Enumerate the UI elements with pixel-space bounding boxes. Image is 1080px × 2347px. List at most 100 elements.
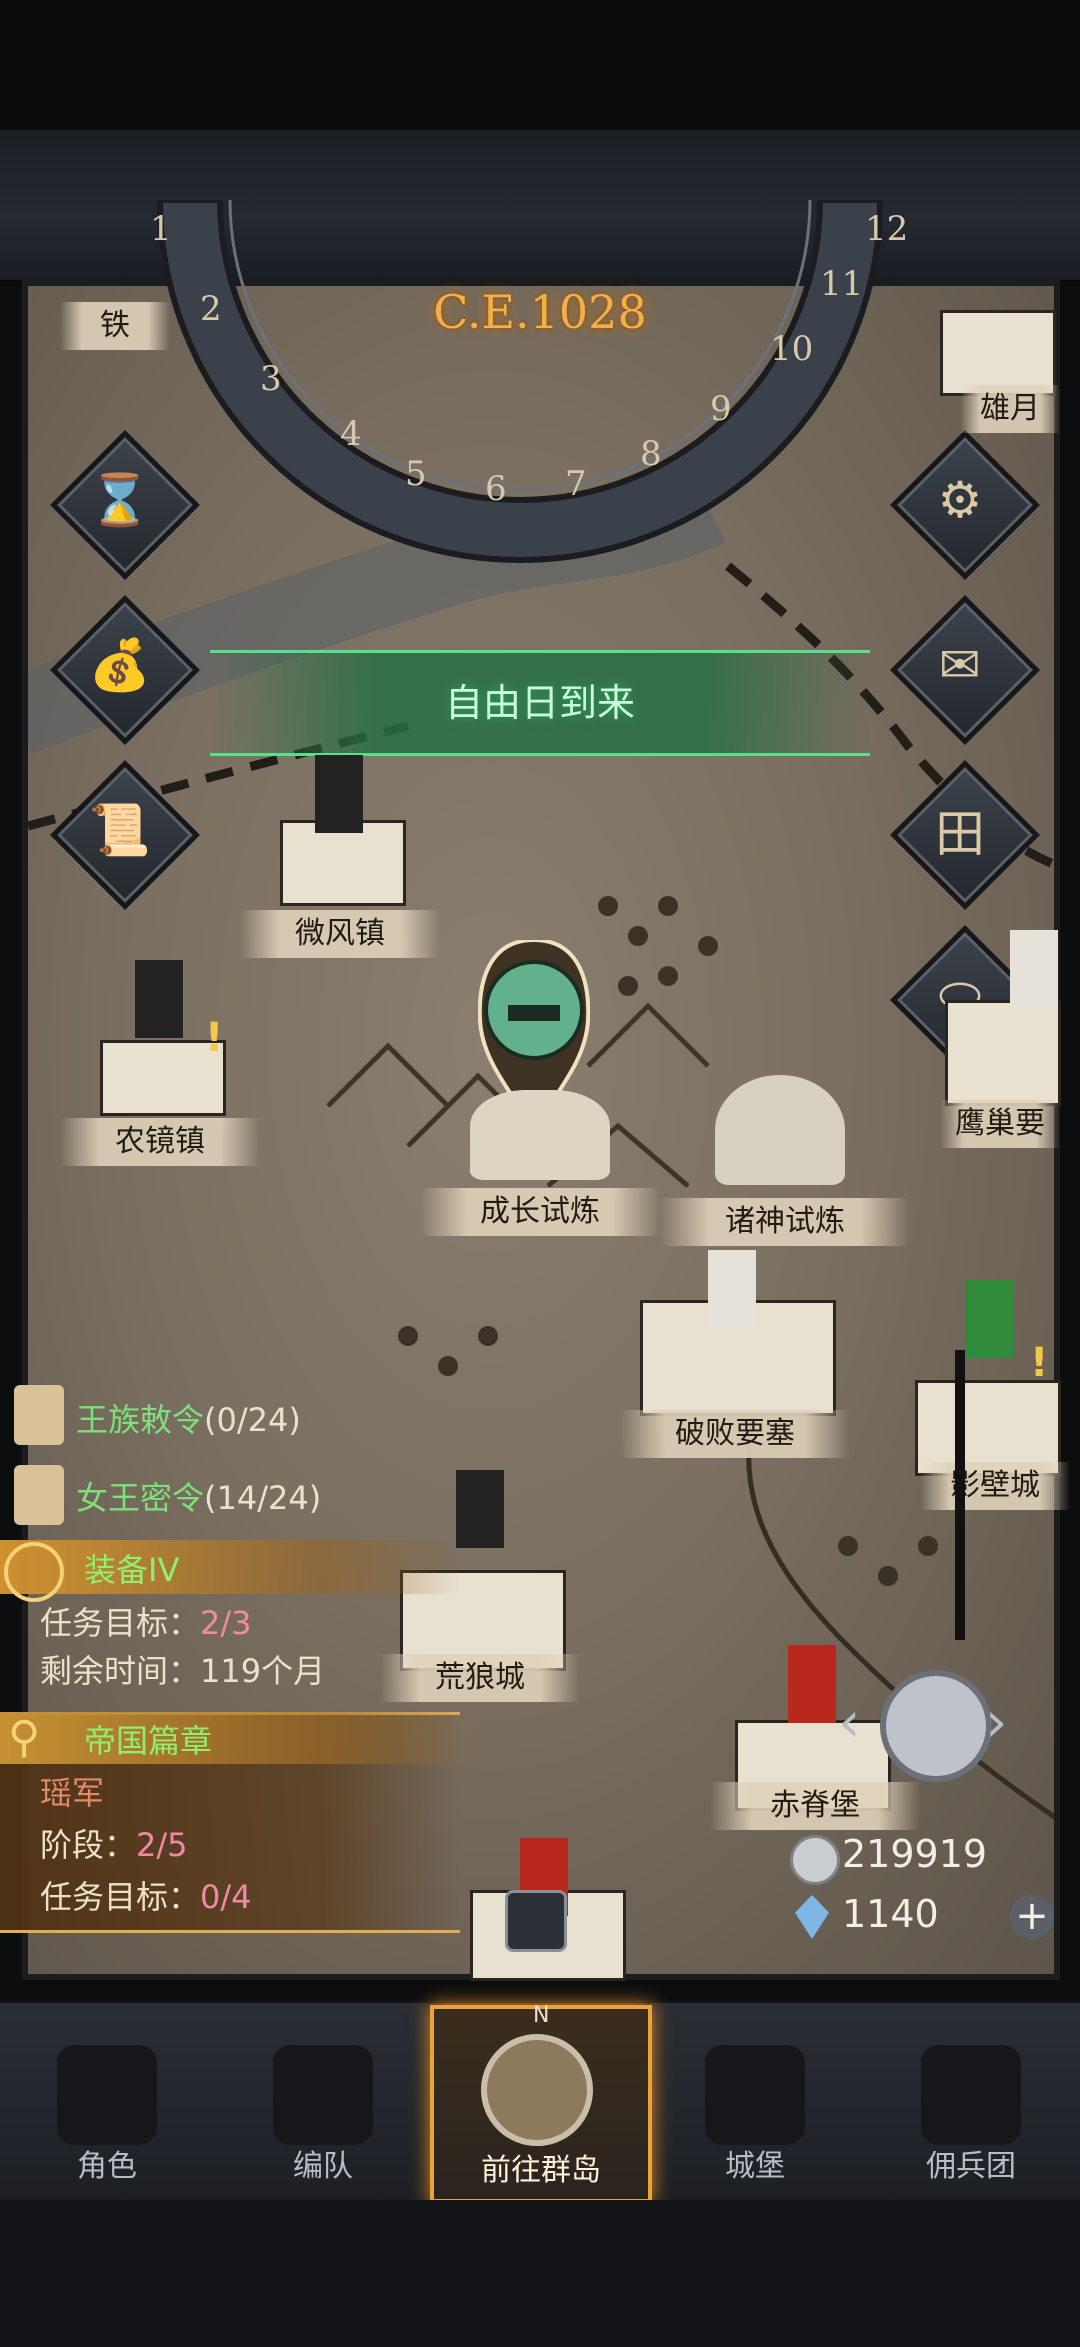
quest-equip-header[interactable] (0, 1540, 460, 1594)
stage-label: 阶段： (40, 1826, 137, 1864)
trial-trees (470, 1090, 610, 1180)
time-label: 剩余时间： (40, 1652, 201, 1690)
scroll-icon (14, 1385, 64, 1445)
nav-tab-islands[interactable]: N 前往群岛 (430, 2003, 652, 2203)
nav-tab-castle[interactable]: 城堡 (648, 2005, 862, 2195)
svg-text:1: 1 (150, 209, 172, 249)
svg-text:10: 10 (770, 329, 813, 369)
location-label-yingbi: 鹰巢要 (940, 1100, 1060, 1148)
nav-tab-merc[interactable]: 佣兵团 (864, 2005, 1078, 2195)
alert-icon: ! (205, 1015, 224, 1061)
svg-text:6: 6 (485, 469, 507, 509)
calendar-wheel[interactable]: 23 4 5 6 7 8 9 10 1112 1 (120, 200, 920, 590)
banner-flag (708, 1250, 756, 1328)
location-label-zhushen: 诸神试炼 (660, 1198, 910, 1246)
quest-empire-header[interactable] (0, 1712, 480, 1764)
stage-value: 2/5 (136, 1826, 188, 1864)
nav-tab-team[interactable]: 编队 (216, 2005, 430, 2195)
quest-royal[interactable]: 王族敕令(0/24) (76, 1395, 301, 1441)
banner-flag (1010, 930, 1058, 1008)
quest-equip-title: 装备IV (84, 1551, 180, 1589)
quest-empire-subtitle: 瑶军 (40, 1774, 105, 1812)
scroll-icon (14, 1465, 64, 1525)
gods-trial-island[interactable] (715, 1075, 845, 1185)
svg-text:8: 8 (640, 434, 662, 474)
location-label-chiji: 赤脊堡 (710, 1782, 920, 1830)
svg-text:4: 4 (340, 414, 362, 454)
scroll-icon: 📜 (88, 800, 152, 859)
city-xiongyue[interactable] (940, 310, 1056, 396)
time-value: 119个月 (200, 1652, 326, 1690)
goal-value: 2/3 (200, 1604, 252, 1642)
location-label-huanglang: 荒狼城 (380, 1654, 580, 1702)
money-bag-icon: 💰 (88, 635, 152, 694)
location-label-pobai: 破败要塞 (620, 1410, 850, 1458)
chevron-right-icon[interactable]: › (985, 1690, 1007, 1755)
goal-label: 任务目标： (40, 1604, 201, 1642)
locate-button[interactable] (880, 1670, 992, 1782)
location-label-nongjing: 农镜镇 (60, 1118, 260, 1166)
silver-amount: 219919 (842, 1832, 988, 1876)
zoom-track[interactable] (955, 1350, 965, 1640)
envelope-icon: ✉ (939, 636, 981, 694)
location-label-xiongyue: 雄月 (960, 385, 1060, 433)
svg-text:2: 2 (200, 289, 222, 329)
location-label-yingbi-city: 影壁城 (920, 1462, 1070, 1510)
gear-icon: ⚙ (937, 471, 983, 529)
status-bar (0, 0, 1080, 130)
nav-label-merc: 佣兵团 (926, 2149, 1016, 2184)
bottom-base (0, 2200, 1080, 2347)
goal-label: 任务目标： (40, 1878, 201, 1916)
quest-empire-goal: 任务目标：0/4 (40, 1872, 252, 1918)
nav-tab-role[interactable]: 角色 (0, 2005, 214, 2195)
bag-button[interactable]: 💰 (50, 595, 200, 745)
search-icon: ⚲ (8, 1712, 41, 1763)
grid-icon: 田 (935, 805, 985, 863)
svg-text:7: 7 (565, 464, 587, 504)
banner-flag-green (965, 1280, 1013, 1358)
svg-text:3: 3 (260, 359, 282, 399)
svg-text:9: 9 (710, 389, 732, 429)
fortress-yingbi[interactable] (945, 1000, 1061, 1106)
hourglass-button[interactable]: ⌛ (50, 430, 200, 580)
svg-text:12: 12 (865, 209, 908, 249)
quest-queen[interactable]: 女王密令(14/24) (76, 1473, 321, 1519)
goal-value: 0/4 (200, 1878, 252, 1916)
quest-royal-title: 王族敕令 (76, 1401, 205, 1439)
svg-text:11: 11 (820, 264, 863, 304)
event-banner-text: 自由日到来 (444, 681, 635, 725)
alert-icon: ! (1030, 1340, 1049, 1386)
month-numbers: 23 4 5 6 7 8 9 10 1112 1 (150, 209, 908, 509)
silver-coin-icon (790, 1835, 840, 1885)
crystal-amount: 1140 (842, 1892, 939, 1936)
castle-icon (705, 2045, 805, 2145)
add-crystal-button[interactable]: + (1010, 1895, 1054, 1939)
hourglass-icon: ⌛ (88, 470, 152, 529)
banner-flag (456, 1470, 504, 1548)
layout-button[interactable]: 田 (890, 760, 1040, 910)
quest-queen-title: 女王密令 (76, 1479, 205, 1517)
location-label-weifeng: 微风镇 (240, 910, 440, 958)
era-date: C.E.1028 (433, 285, 647, 339)
quest-empire-stage: 阶段：2/5 (40, 1820, 188, 1866)
knight-icon (57, 2045, 157, 2145)
location-label-tie: 铁 (60, 302, 170, 350)
nav-label-castle: 城堡 (725, 2149, 785, 2184)
banner-flag (135, 960, 183, 1038)
svg-text:5: 5 (405, 454, 427, 494)
quest-royal-progress: (0/24) (204, 1401, 301, 1439)
nav-label-islands: 前往群岛 (481, 2153, 601, 2188)
banner-flag (315, 755, 363, 833)
helmet-icon (273, 2045, 373, 2145)
scroll-button[interactable]: 📜 (50, 760, 200, 910)
collapse-button[interactable] (505, 1890, 567, 1952)
chevron-left-icon[interactable]: ‹ (838, 1690, 860, 1755)
compass-n-label: N (533, 2003, 550, 2028)
nav-label-role: 角色 (77, 2149, 137, 2184)
quest-queen-progress: (14/24) (204, 1479, 322, 1517)
mercenary-icon (921, 2045, 1021, 2145)
banner-flag-red (788, 1645, 836, 1723)
quest-empire-title: 帝国篇章 (84, 1722, 213, 1760)
mail-button[interactable]: ✉ (890, 595, 1040, 745)
settings-button[interactable]: ⚙ (890, 430, 1040, 580)
